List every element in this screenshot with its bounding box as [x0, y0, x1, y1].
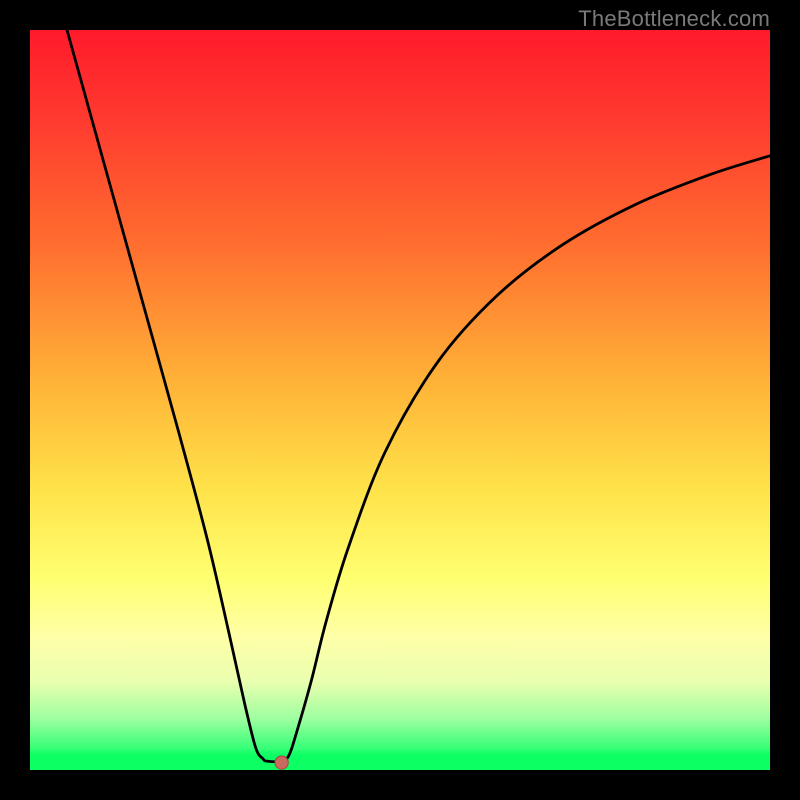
watermark-text: TheBottleneck.com	[578, 6, 770, 32]
minimum-marker	[275, 756, 288, 769]
curve-svg	[30, 30, 770, 770]
chart-frame: TheBottleneck.com	[0, 0, 800, 800]
plot-area	[30, 30, 770, 770]
bottleneck-curve	[67, 30, 770, 762]
